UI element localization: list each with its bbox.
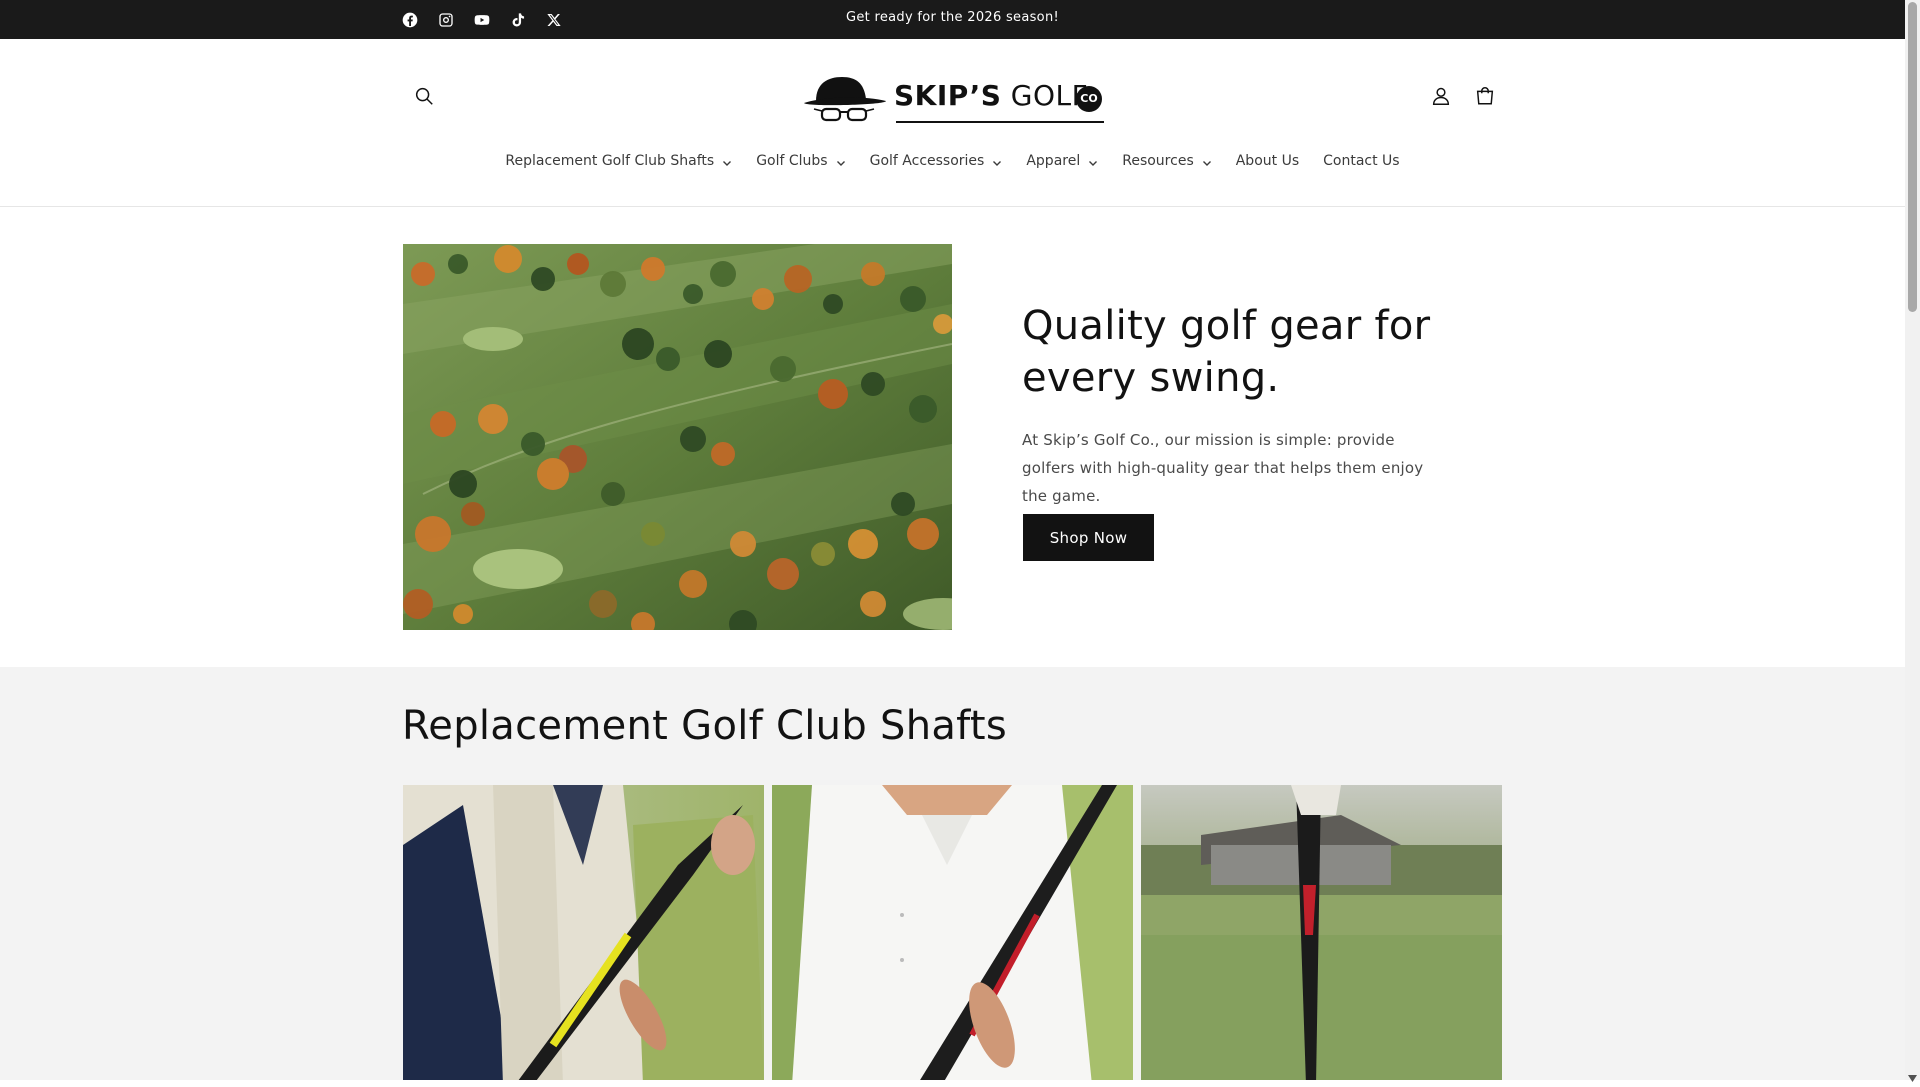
hero-title: Quality golf gear for every swing. [1022,303,1431,401]
nav-item-about-us[interactable]: About Us [1224,145,1311,177]
product-card-hzrdus[interactable] [403,785,764,1080]
tiktok-icon[interactable] [506,8,529,31]
hero-body: At Skip’s Golf Co., our mission is simpl… [1022,431,1424,505]
nav-item-resources[interactable]: Resources [1110,145,1224,177]
chevron-down-icon [992,156,1002,166]
nav-item-replacement-shafts[interactable]: Replacement Golf Club Shafts [493,145,744,177]
announcement-bar: Get ready for the 2026 season! [0,0,1905,39]
nav-label: About Us [1235,153,1300,169]
shop-now-button[interactable]: Shop Now [1023,514,1154,561]
nav-item-golf-clubs[interactable]: Golf Clubs [744,145,857,177]
logo-underline [896,121,1104,123]
nav-label: Apparel [1026,153,1081,169]
scroll-down-arrow-icon[interactable] [1908,1068,1917,1082]
instagram-icon[interactable] [434,8,457,31]
chevron-down-icon [722,156,732,166]
account-icon[interactable] [1421,76,1461,116]
shafts-section: Replacement Golf Club Shafts [0,667,1905,1080]
nav-item-contact-us[interactable]: Contact Us [1311,145,1411,177]
youtube-icon[interactable] [470,8,493,31]
hero-image [403,244,952,630]
product-card-ventus[interactable] [1141,785,1502,1080]
x-icon[interactable] [542,8,565,31]
page: Get ready for the 2026 season! SKIP’S GO… [0,0,1905,1080]
announcement-text: Get ready for the 2026 season! [845,10,1059,25]
logo-text: SKIP’S GOLF [894,79,1089,112]
cart-icon[interactable] [1465,76,1505,116]
scrollbar-thumb[interactable] [1908,2,1917,312]
section-title: Replacement Golf Club Shafts [402,703,1007,749]
nav-item-golf-accessories[interactable]: Golf Accessories [858,145,1015,177]
nav-item-apparel[interactable]: Apparel [1014,145,1110,177]
main-nav: Replacement Golf Club Shafts Golf Clubs … [0,145,1905,177]
logo-badge: CO [1076,86,1102,112]
site-header: SKIP’S GOLF CO Replacement Golf Club Sha… [0,39,1905,207]
scrollbar[interactable] [1905,0,1920,1082]
search-icon[interactable] [404,76,444,116]
nav-label: Replacement Golf Club Shafts [505,153,715,169]
chevron-down-icon [836,156,846,166]
nav-label: Golf Clubs [756,153,828,169]
chevron-down-icon [1202,156,1212,166]
chevron-down-icon [1088,156,1098,166]
social-links [398,0,565,39]
nav-label: Golf Accessories [869,153,985,169]
nav-label: Resources [1122,153,1194,169]
facebook-icon[interactable] [398,8,421,31]
product-card-tour-ad[interactable] [772,785,1133,1080]
nav-label: Contact Us [1323,153,1400,169]
logo[interactable]: SKIP’S GOLF CO [802,65,1104,131]
